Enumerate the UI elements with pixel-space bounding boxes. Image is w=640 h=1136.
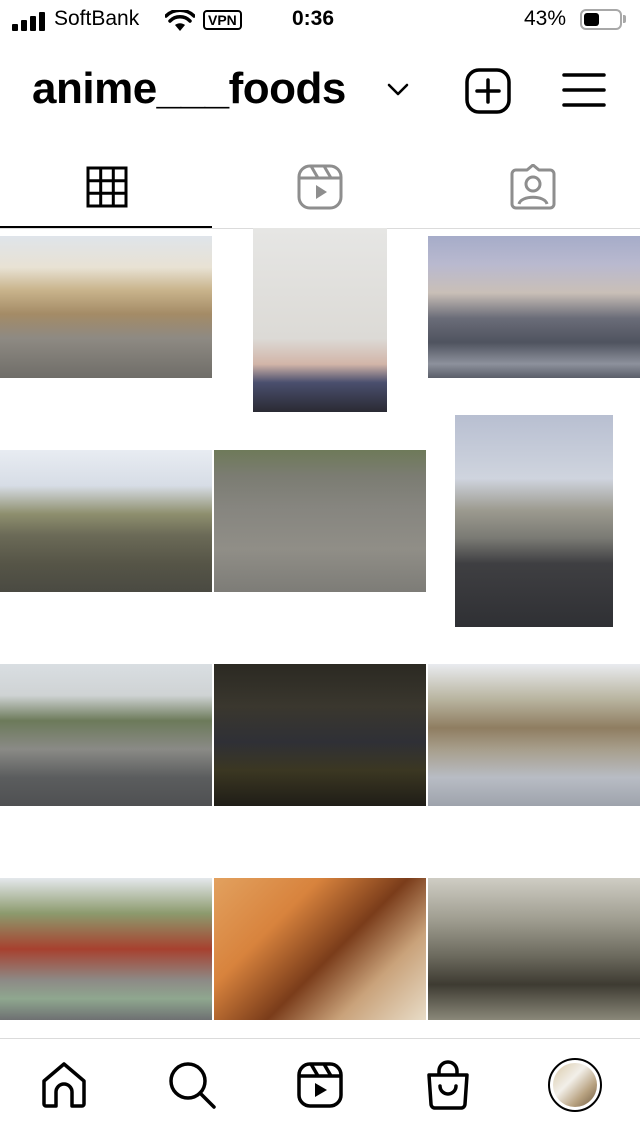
nav-profile[interactable] [548,1058,602,1112]
vpn-badge: VPN [203,10,242,30]
battery-cap [623,15,626,23]
tab-tagged[interactable] [426,146,639,228]
signal-icon [12,12,45,31]
nav-shop[interactable] [421,1058,475,1112]
nav-reels[interactable] [293,1058,347,1112]
hamburger-menu-icon[interactable] [562,72,606,108]
username: anime___foods [32,64,346,113]
nav-search[interactable] [165,1058,219,1112]
profile-username-switcher[interactable]: anime___foods [32,64,346,114]
grid-icon [86,166,127,208]
carrier-label: SoftBank [54,7,140,30]
bottom-nav-divider [0,1038,640,1039]
post-thumbnail[interactable] [0,878,212,1020]
post-thumbnail[interactable] [214,878,426,1020]
reels-icon [297,1062,343,1108]
post-thumbnail[interactable] [0,450,212,592]
reels-icon [297,164,342,210]
tagged-person-icon [510,164,555,210]
tab-reels[interactable] [213,146,426,228]
tab-grid[interactable] [0,146,213,228]
chevron-down-icon[interactable] [386,82,410,98]
post-thumbnail[interactable] [428,236,640,378]
battery-level [584,13,599,26]
search-icon [169,1062,216,1109]
wifi-icon [165,10,195,31]
post-thumbnail[interactable] [455,415,613,627]
avatar [553,1063,597,1107]
home-icon [42,1062,86,1108]
nav-home[interactable] [37,1058,91,1112]
battery-icon [580,9,622,30]
status-bar: SoftBank VPN 0:36 43% [0,0,640,40]
clock: 0:36 [292,7,335,30]
post-thumbnail[interactable] [0,236,212,378]
shop-bag-icon [427,1060,469,1110]
post-thumbnail[interactable] [214,450,426,592]
post-thumbnail[interactable] [428,664,640,806]
battery-percent: 43% [524,7,567,30]
post-thumbnail[interactable] [253,228,387,412]
post-thumbnail[interactable] [214,664,426,806]
plus-square-icon[interactable] [464,67,512,115]
post-thumbnail[interactable] [0,664,212,806]
post-thumbnail[interactable] [428,878,640,1020]
